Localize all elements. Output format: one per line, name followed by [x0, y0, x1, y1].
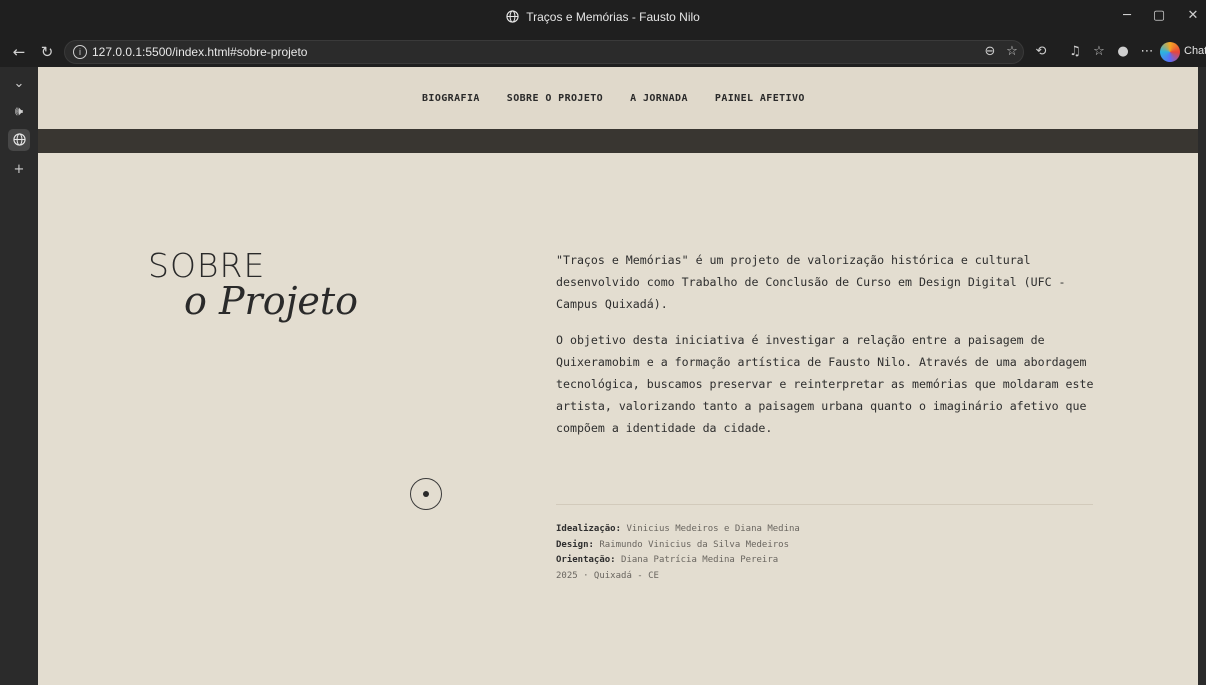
window-titlebar: Traços e Memórias - Fausto Nilo ─ ▢ ✕	[0, 0, 1206, 37]
nav-sobre-o-projeto[interactable]: SOBRE O PROJETO	[507, 93, 603, 104]
restore-icon[interactable]: ▢	[1144, 8, 1174, 28]
credit-design: Design: Raimundo Vinicius da Silva Medei…	[556, 539, 790, 550]
info-icon[interactable]: i	[73, 45, 87, 59]
more-info-icon[interactable]: ⊖	[981, 43, 999, 61]
page-content: BIOGRAFIA SOBRE O PROJETO A JORNADA PAINEL …	[38, 67, 1198, 685]
scroll-dot	[423, 491, 429, 497]
chevron-down-icon[interactable]: ⌄	[8, 73, 30, 95]
dark-band	[38, 129, 1198, 153]
browser-toolbar: ← ↻ i 127.0.0.1:5500/index.html#sobre-pr…	[0, 37, 1206, 67]
browser-sidebar: ⌄ 🕪 +	[0, 67, 38, 685]
window-title: Traços e Memórias - Fausto Nilo	[0, 10, 1206, 26]
nav-a-jornada[interactable]: A JORNADA	[630, 93, 688, 104]
back-arrow-icon[interactable]: ←	[8, 41, 30, 63]
nav-biografia[interactable]: BIOGRAFIA	[422, 93, 480, 104]
globe-icon[interactable]	[8, 129, 30, 151]
window-title-text: Traços e Memórias - Fausto Nilo	[526, 10, 700, 24]
chat-label: Chat	[1184, 45, 1206, 57]
site-nav: BIOGRAFIA SOBRE O PROJETO A JORNADA PAINEL …	[38, 67, 1198, 129]
media-icon[interactable]: ♫	[1066, 43, 1084, 61]
menu-more-icon[interactable]: ⋯	[1138, 43, 1156, 61]
url-text: 127.0.0.1:5500/index.html#sobre-projeto	[92, 45, 308, 59]
heading-line-2: o Projeto	[184, 279, 358, 323]
refresh-icon[interactable]: ↻	[36, 41, 58, 63]
credits: Idealização: Vinicius Medeiros e Diana M…	[556, 522, 800, 584]
close-icon[interactable]: ✕	[1178, 8, 1206, 28]
credit-orientacao: Orientação: Diana Patrícia Medina Pereir…	[556, 555, 779, 565]
address-bar[interactable]: i 127.0.0.1:5500/index.html#sobre-projet…	[64, 40, 1024, 64]
divider	[556, 504, 1093, 505]
minimize-icon[interactable]: ─	[1112, 8, 1142, 28]
scroll-indicator-icon[interactable]	[410, 478, 442, 510]
extensions-icon[interactable]: ⟲	[1032, 43, 1050, 61]
credit-idealizacao: Idealização: Vinicius Medeiros e Diana M…	[556, 524, 800, 534]
favorites-icon[interactable]: ☆	[1090, 43, 1108, 61]
chat-button[interactable]: Chat	[1160, 41, 1206, 63]
nav-painel-afetivo[interactable]: PAINEL AFETIVO	[715, 93, 805, 104]
add-icon[interactable]: +	[8, 159, 30, 181]
section-heading: SOBRE o Projeto	[148, 247, 358, 323]
favorite-star-icon[interactable]: ☆	[1003, 43, 1021, 61]
credit-footer: 2025 · Quixadá - CE	[556, 570, 659, 581]
paragraph-2: O objetivo desta iniciativa é investigar…	[556, 333, 1094, 435]
paragraph-1: "Traços e Memórias" é um projeto de valo…	[556, 253, 1066, 311]
section-body: "Traços e Memórias" é um projeto de valo…	[556, 249, 1096, 453]
speaker-icon[interactable]: 🕪	[8, 101, 30, 123]
globe-icon	[506, 10, 519, 26]
copilot-icon	[1160, 42, 1180, 62]
profile-icon[interactable]: ●	[1114, 43, 1132, 61]
page-scrollbar[interactable]	[1198, 67, 1206, 685]
